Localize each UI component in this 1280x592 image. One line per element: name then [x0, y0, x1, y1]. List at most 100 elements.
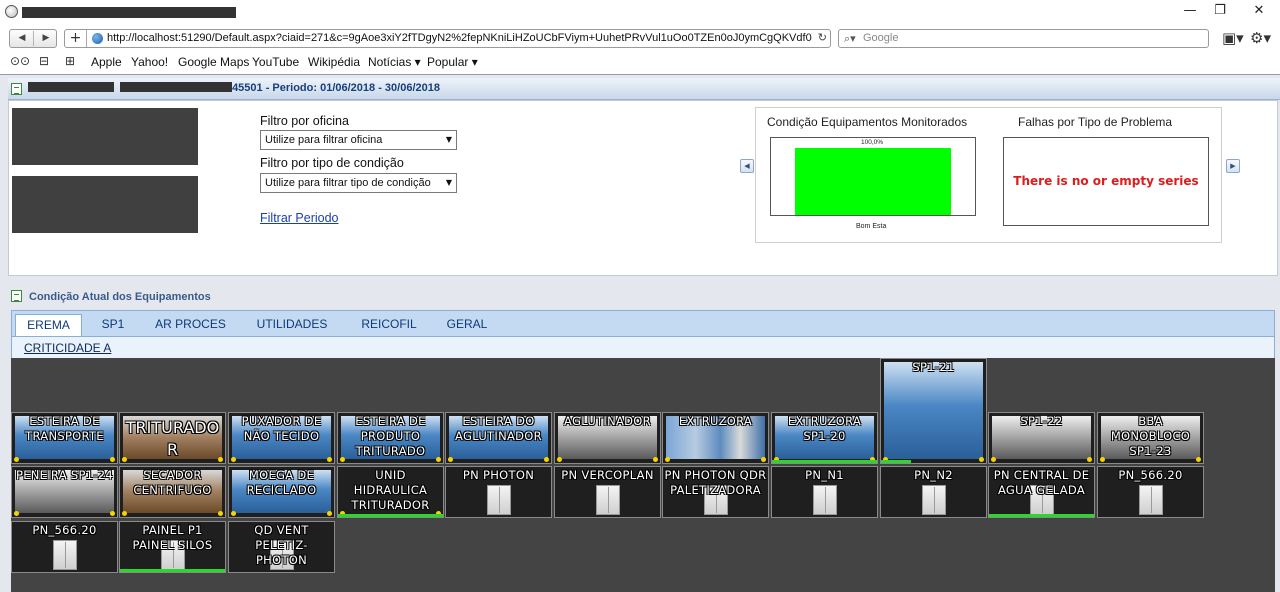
- sensor-indicator-dot: [1196, 457, 1201, 462]
- bookmark-google-maps[interactable]: Google Maps: [178, 55, 249, 69]
- equipment-grid: ESTEIRA DE TRANSPORTE TRITURADOR PUXADOR D…: [11, 358, 1275, 592]
- top-sites-grid-icon[interactable]: ⊞: [65, 54, 75, 68]
- page-menu-icon[interactable]: ▣▾: [1222, 29, 1244, 47]
- tab-erema[interactable]: EREMA: [15, 314, 82, 336]
- equipment-card[interactable]: QD VENT PELETIZ-PHOTON: [228, 521, 335, 573]
- equipment-name: UNID HIDRAULICA TRITURADOR: [351, 468, 430, 512]
- electrical-panel-icon: [922, 485, 946, 515]
- condicao-filter-label: Filtro por tipo de condição: [260, 156, 404, 170]
- reader-glasses-icon[interactable]: ⊙⊙: [10, 54, 30, 68]
- bookmark-yahoo[interactable]: Yahoo!: [131, 55, 168, 69]
- failures-chart-plot: There is no or empty series: [1003, 137, 1209, 226]
- sensor-indicator-dot: [110, 457, 115, 462]
- equipment-name: ESTEIRA DE TRANSPORTE: [25, 414, 104, 443]
- tab-geral[interactable]: GERAL: [441, 314, 493, 335]
- equipment-card[interactable]: MOEGA DE RECICLADO: [228, 466, 335, 518]
- equipment-name: EXTRUZORA: [678, 414, 753, 428]
- client-logo-redacted: [12, 176, 198, 233]
- equipment-card[interactable]: SECADOR CENTRIFUGO: [119, 466, 226, 518]
- gear-icon[interactable]: ⚙▾: [1250, 29, 1271, 47]
- bookmark-popular[interactable]: Popular ▾: [427, 55, 478, 69]
- bookmark-noticias[interactable]: Notícias ▾: [368, 55, 421, 69]
- url-input[interactable]: http://localhost:51290/Default.aspx?ciai…: [107, 32, 812, 44]
- equipment-card[interactable]: PN_N2: [880, 466, 987, 518]
- sensor-indicator-dot: [14, 457, 19, 462]
- company-logo-redacted: [12, 108, 198, 165]
- bookmarks-book-icon[interactable]: ⊟: [39, 54, 49, 68]
- equipment-card[interactable]: EXTRUZORA SP1-20: [771, 412, 878, 464]
- equipment-name: TRITURADOR: [125, 418, 220, 459]
- sensor-indicator-dot: [231, 511, 236, 516]
- equipment-card[interactable]: ESTEIRA DE TRANSPORTE: [11, 412, 118, 464]
- equipment-name: PN PHOTON: [462, 468, 535, 482]
- status-ok-bar: [772, 460, 877, 463]
- sensor-indicator-dot: [340, 457, 345, 462]
- equipment-card[interactable]: PN_566.20: [11, 521, 118, 573]
- filtrar-periodo-link[interactable]: Filtrar Periodo: [260, 211, 339, 225]
- condition-bar[interactable]: [795, 148, 951, 215]
- close-button[interactable]: ✕: [1241, 0, 1277, 22]
- sensor-indicator-dot: [110, 511, 115, 516]
- chart-next-button[interactable]: ▶: [1226, 159, 1240, 173]
- equipment-card[interactable]: UNID HIDRAULICA TRITURADOR: [337, 466, 444, 518]
- sensor-indicator-dot: [327, 457, 332, 462]
- equipment-card[interactable]: AGLUTINADOR: [554, 412, 661, 464]
- equipment-card[interactable]: PN PHOTON QDR PALETIZADORA: [662, 466, 769, 518]
- tab-utilidades[interactable]: UTILIDADES: [249, 314, 335, 335]
- period-text: 45501 - Periodo: 01/06/2018 - 30/06/2018: [232, 82, 440, 94]
- forward-button[interactable]: ▶: [34, 30, 58, 47]
- equipment-name: PN_566.20: [32, 523, 97, 537]
- equipment-card[interactable]: PN CENTRAL DE AGUA GELADA: [988, 466, 1095, 518]
- equipment-card[interactable]: SP1-22: [988, 412, 1095, 464]
- report-header: 45501 - Periodo: 01/06/2018 - 30/06/2018: [8, 78, 1280, 100]
- equipment-name: PN_N2: [914, 468, 953, 482]
- sensor-indicator-dot: [231, 457, 236, 462]
- reload-icon[interactable]: ↻: [818, 31, 827, 44]
- tab-sp1[interactable]: SP1: [92, 314, 134, 335]
- address-bar[interactable]: + http://localhost:51290/Default.aspx?ci…: [64, 29, 831, 48]
- equipment-image: [884, 362, 983, 459]
- equipment-card[interactable]: BBA MONOBLOCO SP1-23: [1097, 412, 1204, 464]
- sensor-indicator-dot: [761, 457, 766, 462]
- chart-prev-button[interactable]: ◀: [740, 159, 754, 173]
- equipment-tabs: EREMA SP1 AR PROCES UTILIDADES REICOFIL …: [11, 310, 1275, 358]
- search-field[interactable]: ⌕▾ Google: [838, 29, 1209, 48]
- add-bookmark-button[interactable]: +: [65, 30, 87, 47]
- tab-reicofil[interactable]: REICOFIL: [354, 314, 424, 335]
- sensor-indicator-dot: [327, 511, 332, 516]
- equipment-name: PAINEL P1 PAINEL SILOS: [132, 523, 213, 552]
- equipment-card[interactable]: ESTEIRA DO AGLUTINADOR: [445, 412, 552, 464]
- equipment-card[interactable]: TRITURADOR: [119, 412, 226, 464]
- window-title-redacted: [22, 7, 236, 18]
- equipment-card[interactable]: PAINEL P1 PAINEL SILOS: [119, 521, 226, 573]
- equipment-card[interactable]: SP1-21: [880, 358, 987, 464]
- equipment-card[interactable]: PN_N1: [771, 466, 878, 518]
- bookmark-youtube[interactable]: YouTube: [252, 55, 299, 69]
- electrical-panel-icon: [53, 540, 77, 570]
- condition-chart-title: Condição Equipamentos Monitorados: [767, 115, 968, 129]
- bookmark-apple[interactable]: Apple: [91, 55, 122, 69]
- equipment-card[interactable]: PN VERCOPLAN: [554, 466, 661, 518]
- bookmark-wikipedia[interactable]: Wikipédia: [308, 55, 360, 69]
- equipment-card[interactable]: PENEIRA SP1-24: [11, 466, 118, 518]
- oficina-filter-select[interactable]: Utilize para filtrar oficina ▼: [260, 130, 457, 150]
- filter-panel: Filtro por oficina Utilize para filtrar …: [8, 100, 1278, 276]
- equipment-card[interactable]: PN_566.20: [1097, 466, 1204, 518]
- equipment-card[interactable]: PN PHOTON: [445, 466, 552, 518]
- electrical-panel-icon: [487, 485, 511, 515]
- sensor-indicator-dot: [122, 511, 127, 516]
- subtab-criticidade-a[interactable]: CRITICIDADE A: [24, 341, 111, 355]
- condicao-filter-select[interactable]: Utilize para filtrar tipo de condição ▼: [260, 173, 457, 193]
- failures-chart-title: Falhas por Tipo de Problema: [1018, 115, 1173, 129]
- electrical-panel-icon: [1139, 485, 1163, 515]
- equipment-card[interactable]: ESTEIRA DE PRODUTO TRITURADO: [337, 412, 444, 464]
- equipment-card[interactable]: PUXADOR DE NÃO TECIDO: [228, 412, 335, 464]
- globe-icon: [92, 33, 103, 44]
- sensor-indicator-dot: [991, 457, 996, 462]
- tab-ar-proces[interactable]: AR PROCES: [149, 314, 232, 335]
- back-button[interactable]: ◀: [10, 30, 34, 47]
- status-ok-bar: [338, 514, 443, 517]
- maximize-button[interactable]: ❐: [1202, 0, 1238, 22]
- equipment-name: PN_N1: [805, 468, 844, 482]
- equipment-card[interactable]: EXTRUZORA: [662, 412, 769, 464]
